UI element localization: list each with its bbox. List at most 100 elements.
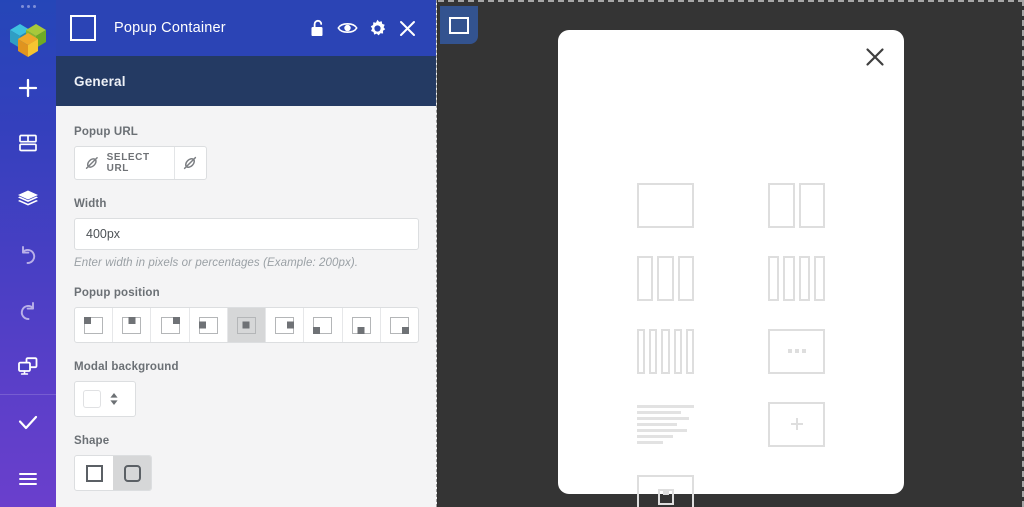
select-url-label: SELECT URL <box>106 152 150 174</box>
position-top-right[interactable] <box>151 308 190 342</box>
color-swatch[interactable] <box>83 390 101 408</box>
position-bottom-left[interactable] <box>304 308 343 342</box>
settings-panel: Popup Container General Popup URL SELECT… <box>56 0 437 507</box>
popup-position-label: Popup position <box>74 287 160 299</box>
widget-saved[interactable] <box>600 474 731 507</box>
position-frame <box>275 316 295 334</box>
preview-canvas <box>438 0 1024 507</box>
position-marker <box>198 321 206 329</box>
modal-background-label: Modal background <box>74 361 179 373</box>
app-logo-cubes[interactable] <box>4 16 52 60</box>
width-help-text: Enter width in pixels or percentages (Ex… <box>74 257 359 269</box>
widget-5-columns[interactable] <box>600 328 731 374</box>
shape-rounded-button[interactable] <box>113 456 151 490</box>
check-icon <box>18 416 38 430</box>
panel-tab-bar: General <box>56 56 436 106</box>
position-frame <box>389 316 409 334</box>
drag-dots <box>20 5 36 8</box>
left-toolbar <box>0 0 56 507</box>
column-frame <box>637 255 694 301</box>
position-top-left[interactable] <box>75 308 114 342</box>
rail-item-redo[interactable] <box>0 283 56 339</box>
position-bottom-center[interactable] <box>343 308 381 342</box>
width-label: Width <box>74 198 107 210</box>
rail-item-undo[interactable] <box>0 227 56 283</box>
editor-root: Popup Container General Popup URL SELECT… <box>0 0 1024 507</box>
shape-label: Shape <box>74 435 110 447</box>
layout-blocks-icon <box>19 135 37 152</box>
widget-3-columns[interactable] <box>600 255 731 301</box>
position-marker <box>313 326 321 334</box>
position-frame <box>236 316 256 334</box>
text-lines-icon <box>637 404 694 444</box>
modal-close-button[interactable] <box>862 44 888 70</box>
position-frame <box>84 316 104 334</box>
position-marker <box>128 316 136 324</box>
position-top-center[interactable] <box>113 308 152 342</box>
rail-item-layers[interactable] <box>0 171 56 227</box>
position-middle-center[interactable] <box>227 308 267 342</box>
close-panel-button[interactable] <box>392 13 422 43</box>
position-marker <box>242 321 250 329</box>
rail-item-menu[interactable] <box>0 451 56 507</box>
position-middle-left[interactable] <box>190 308 228 342</box>
rail-item-add-element[interactable] <box>0 60 56 116</box>
unlock-icon <box>311 19 322 36</box>
widget-add[interactable] <box>731 401 862 447</box>
popup-url-control: SELECT URL <box>74 146 207 180</box>
widget-1-column[interactable] <box>600 182 731 228</box>
field-width: Width 400px Enter width in pixels or per… <box>74 198 419 269</box>
square-outline-icon <box>449 16 469 34</box>
unlink-icon <box>184 156 197 170</box>
clear-url-button[interactable] <box>173 147 206 179</box>
field-modal-background: Modal background <box>74 361 418 417</box>
square-outline-icon <box>70 15 96 41</box>
shape-selector <box>74 455 152 491</box>
devices-icon <box>18 356 38 375</box>
popup-url-label: Popup URL <box>74 126 138 138</box>
tab-general[interactable]: General <box>74 74 126 89</box>
column-frame <box>768 255 825 301</box>
more-dots-icon <box>768 328 825 374</box>
position-marker <box>84 316 92 324</box>
position-middle-right[interactable] <box>266 308 305 342</box>
rail-item-structure[interactable] <box>0 116 56 172</box>
close-x-icon <box>399 20 415 36</box>
gear-icon <box>370 19 385 35</box>
rail-item-publish[interactable] <box>0 395 56 451</box>
position-marker <box>172 316 180 324</box>
redo-arrow-icon <box>20 301 34 320</box>
widget-2-columns[interactable] <box>731 182 862 228</box>
position-frame <box>122 316 142 334</box>
undo-arrow-icon <box>22 246 36 264</box>
panel-body: Popup URL SELECT URL Width 400px Enter w… <box>56 106 436 491</box>
position-marker <box>357 326 365 334</box>
rail-item-responsive[interactable] <box>0 339 56 395</box>
field-shape: Shape <box>74 435 418 491</box>
field-popup-url: Popup URL SELECT URL <box>74 126 418 180</box>
position-bottom-right[interactable] <box>381 308 418 342</box>
width-input[interactable]: 400px <box>74 218 419 250</box>
widget-text[interactable] <box>600 401 731 447</box>
lock-toggle-button[interactable] <box>302 13 332 43</box>
popup-position-selector <box>74 307 419 343</box>
layers-stack-icon <box>18 190 38 206</box>
position-frame <box>160 316 180 334</box>
saved-template-icon <box>637 474 694 507</box>
square-sharp-icon <box>85 464 103 482</box>
select-url-button[interactable]: SELECT URL <box>75 147 174 179</box>
visibility-toggle-button[interactable] <box>332 13 362 43</box>
canvas-element-badge[interactable] <box>440 6 478 44</box>
widget-picker-grid <box>600 182 862 507</box>
widget-4-columns[interactable] <box>731 255 862 301</box>
panel-title: Popup Container <box>114 20 226 36</box>
position-frame <box>198 316 218 334</box>
shape-square-button[interactable] <box>75 456 113 490</box>
widget-more[interactable] <box>731 328 862 374</box>
modal-background-picker[interactable] <box>74 381 136 417</box>
plus-icon <box>768 401 825 447</box>
popup-modal-preview <box>558 30 904 507</box>
up-down-arrows-icon <box>110 393 118 405</box>
unlink-icon <box>85 157 98 169</box>
settings-button[interactable] <box>362 13 392 43</box>
